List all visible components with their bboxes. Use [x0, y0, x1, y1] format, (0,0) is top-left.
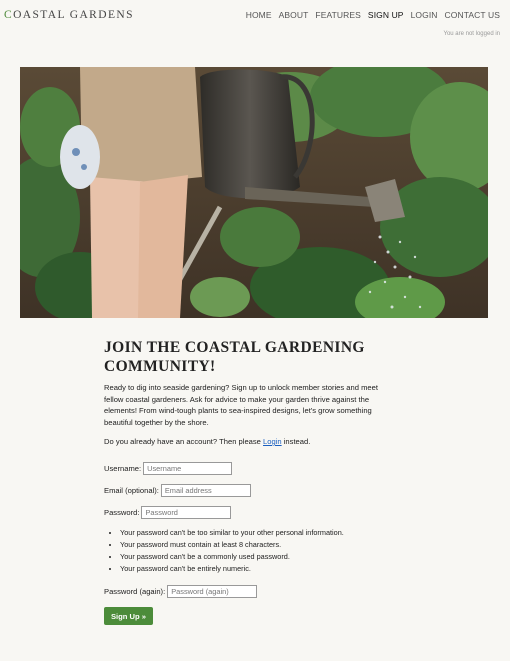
nav-contact-us[interactable]: CONTACT US: [445, 10, 500, 20]
password-help-item: Your password must contain at least 8 ch…: [120, 539, 384, 551]
hero-image: [20, 67, 488, 318]
password-help-item: Your password can't be a commonly used p…: [120, 551, 384, 563]
logo[interactable]: COASTAL GARDENS: [4, 9, 134, 21]
password-label: Password:: [104, 508, 140, 517]
password-row: Password:: [104, 506, 384, 519]
email-input[interactable]: [160, 484, 251, 497]
sign-up-button[interactable]: Sign Up »: [104, 607, 153, 625]
nav-sign-up[interactable]: SIGN UP: [368, 10, 404, 20]
password-help-item: Your password can't be too similar to yo…: [120, 527, 384, 539]
page-title: JOIN THE COASTAL GARDENING COMMUNITY!: [104, 339, 365, 375]
password-again-label: Password (again):: [104, 587, 166, 596]
nav-about[interactable]: ABOUT: [279, 10, 309, 20]
nav-features[interactable]: FEATURES: [315, 10, 361, 20]
garden-photo-icon: [20, 67, 488, 318]
account-note-suffix: instead.: [281, 437, 311, 446]
username-label: Username:: [104, 464, 142, 473]
password-again-input[interactable]: [167, 585, 258, 598]
password-help-list: Your password can't be too similar to yo…: [104, 527, 384, 575]
main-nav: HOME ABOUT FEATURES SIGN UP LOGIN CONTAC…: [246, 10, 500, 20]
password-again-row: Password (again):: [104, 585, 384, 598]
username-input[interactable]: [143, 462, 233, 475]
logo-text: OASTAL GARDENS: [13, 9, 134, 21]
login-link[interactable]: Login: [263, 437, 282, 446]
signup-content: JOIN THE COASTAL GARDENING COMMUNITY! Re…: [104, 338, 384, 625]
login-status: You are not logged in: [443, 31, 501, 37]
account-note: Do you already have an account? Then ple…: [104, 436, 384, 447]
username-row: Username:: [104, 462, 384, 475]
email-label: Email (optional):: [104, 486, 159, 495]
password-input[interactable]: [141, 506, 232, 519]
account-note-prefix: Do you already have an account? Then ple…: [104, 437, 264, 446]
nav-login[interactable]: LOGIN: [411, 10, 438, 20]
password-help-item: Your password can't be entirely numeric.: [120, 563, 384, 575]
signup-form: Username: Email (optional): Password: Yo…: [104, 462, 384, 625]
intro-text: Ready to dig into seaside gardening? Sig…: [104, 383, 378, 427]
logo-letter: C: [4, 9, 14, 21]
nav-home[interactable]: HOME: [246, 10, 272, 20]
email-row: Email (optional):: [104, 484, 384, 497]
